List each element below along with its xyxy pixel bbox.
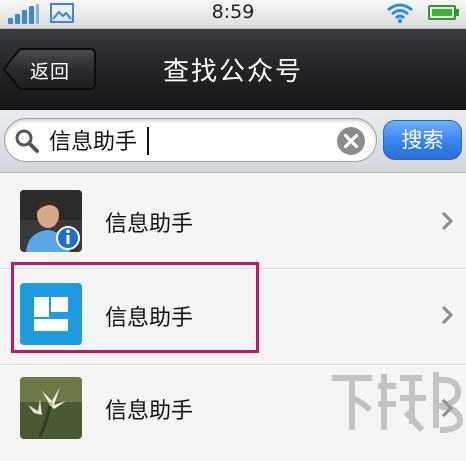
clear-circle-icon[interactable] [336, 126, 366, 156]
list-item[interactable]: 信息助手 [0, 269, 466, 365]
chevron-right-icon [441, 305, 454, 325]
search-field[interactable] [4, 118, 377, 162]
nav-bar: 返回 查找公众号 [0, 29, 466, 110]
magnifier-icon [15, 129, 39, 153]
result-name: 信息助手 [105, 306, 194, 331]
person-info-avatar [20, 190, 82, 252]
search-bar: 搜索 [0, 110, 466, 173]
chevron-right-icon [441, 211, 454, 231]
result-name: 信息助手 [105, 212, 194, 237]
search-button[interactable]: 搜索 [383, 120, 462, 160]
battery-tip [456, 9, 459, 16]
search-input[interactable] [49, 126, 329, 154]
result-name: 信息助手 [105, 399, 194, 424]
flower-photo [20, 377, 82, 439]
watermark-logo [332, 372, 464, 433]
blue-square-logo [20, 283, 82, 345]
list-item[interactable]: 信息助手 [0, 173, 466, 269]
battery-icon [428, 5, 456, 20]
wifi-icon [387, 3, 413, 23]
text-cursor [147, 127, 149, 155]
status-bar: 8:59 [0, 0, 466, 29]
page-title: 查找公众号 [162, 57, 303, 87]
